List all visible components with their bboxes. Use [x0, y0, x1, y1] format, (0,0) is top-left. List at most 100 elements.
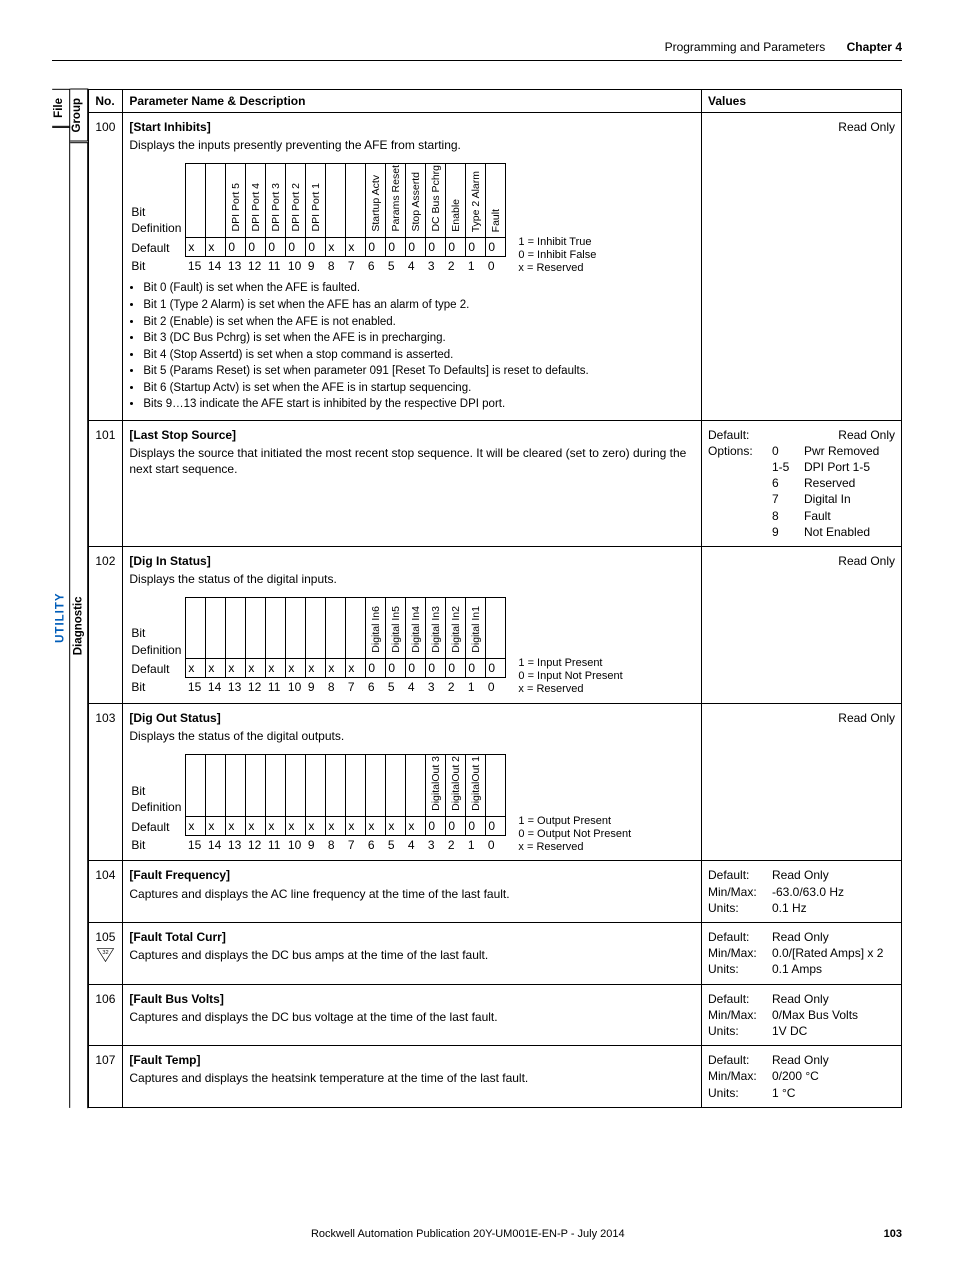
value-text: 1 °C [772, 1085, 895, 1101]
read-only-label: Read Only [708, 710, 895, 726]
param-desc: Displays the inputs presently preventing… [129, 137, 695, 153]
bullet: Bit 6 (Startup Actv) is set when the AFE… [143, 381, 695, 397]
options-list: 0Pwr Removed1-5DPI Port 1-56Reserved7Dig… [772, 443, 895, 540]
param-name: [Fault Bus Volts] [129, 991, 695, 1007]
table-row: 107 [Fault Temp] Captures and displays th… [89, 1046, 902, 1108]
value-text: Read Only [772, 867, 895, 883]
values-options-label: Options: [708, 443, 762, 540]
bit-table: BitDefinitionDPI Port 5DPI Port 4DPI Por… [129, 163, 506, 275]
option-code: 0 [772, 443, 794, 459]
param-no: 105 [95, 929, 116, 945]
value-text: 0.1 Amps [772, 961, 895, 977]
param-no: 104 [95, 867, 116, 883]
param-desc: Captures and displays the heatsink tempe… [129, 1070, 695, 1086]
table-row: 103[Dig Out Status] Displays the status … [89, 703, 902, 861]
bit-table: BitDefinitionDigital In6Digital In5Digit… [129, 597, 506, 696]
header-section: Programming and Parameters [665, 40, 826, 54]
parameters-table: No. Parameter Name & Description Values … [88, 89, 902, 1108]
value-text: Read Only [772, 991, 895, 1007]
value-label: Min/Max: [708, 884, 762, 900]
value-label: Min/Max: [708, 1007, 762, 1023]
file-column: File UTILITY [52, 89, 70, 1108]
param-desc: Displays the source that initiated the m… [129, 445, 695, 477]
bit-legend: 1 = Input Present0 = Input Not Presentx … [518, 657, 622, 697]
footer-text: Rockwell Automation Publication 20Y-UM00… [311, 1228, 625, 1240]
param-no: 101 [95, 427, 116, 443]
table-row: 101 [Last Stop Source] Displays the sourc… [89, 420, 902, 546]
bullet: Bits 9…13 indicate the AFE start is inhi… [143, 397, 695, 413]
value-label: Units: [708, 961, 762, 977]
read-only-label: Read Only [772, 427, 895, 443]
value-text: Read Only [772, 929, 895, 945]
bullet: Bit 1 (Type 2 Alarm) is set when the AFE… [143, 298, 695, 314]
value-label: Default: [708, 867, 762, 883]
bullet: Bit 2 (Enable) is set when the AFE is no… [143, 315, 695, 331]
option-code: 8 [772, 508, 794, 524]
param-name: [Last Stop Source] [129, 427, 695, 443]
col-header-name: Parameter Name & Description [123, 90, 702, 113]
param-no: 100 [95, 119, 116, 135]
option-code: 7 [772, 491, 794, 507]
value-label: Default: [708, 1052, 762, 1068]
bit-table: BitDefinitionDigitalOut 3DigitalOut 2Dig… [129, 754, 506, 854]
option-text: DPI Port 1-5 [804, 459, 870, 475]
table-row: 100 [Start Inhibits] Displays the inputs … [89, 113, 902, 421]
value-text: Read Only [772, 1052, 895, 1068]
read-only-label: Read Only [708, 553, 895, 569]
param-desc: Captures and displays the AC line freque… [129, 886, 695, 902]
group-column: Group Diagnostic [70, 89, 88, 1108]
value-text: 1V DC [772, 1023, 895, 1039]
bullet: Bit 0 (Fault) is set when the AFE is fau… [143, 281, 695, 297]
value-text: 0/Max Bus Volts [772, 1007, 895, 1023]
param-name: [Start Inhibits] [129, 119, 695, 135]
page-number: 103 [884, 1228, 902, 1240]
param-name: [Fault Temp] [129, 1052, 695, 1068]
value-label: Units: [708, 900, 762, 916]
param-desc: Displays the status of the digital outpu… [129, 728, 695, 744]
page-content: File UTILITY Group Diagnostic No. Parame… [52, 89, 902, 1108]
table-row: 106 [Fault Bus Volts] Captures and displa… [89, 984, 902, 1046]
option-code: 6 [772, 475, 794, 491]
value-label: Min/Max: [708, 1068, 762, 1084]
param-desc: Captures and displays the DC bus amps at… [129, 947, 695, 963]
param-name: [Fault Frequency] [129, 867, 695, 883]
table-row: 102 [Dig In Status] Displays the status o… [89, 546, 902, 703]
table-row: 104 [Fault Frequency] Captures and displa… [89, 861, 902, 923]
bit-legend: 1 = Inhibit True0 = Inhibit Falsex = Res… [518, 236, 596, 276]
value-text: -63.0/63.0 Hz [772, 884, 895, 900]
value-text: 0/200 °C [772, 1068, 895, 1084]
param-desc: Captures and displays the DC bus voltage… [129, 1009, 695, 1025]
option-code: 9 [772, 524, 794, 540]
option-text: Pwr Removed [804, 443, 879, 459]
value-label: Default: [708, 929, 762, 945]
value-label: Units: [708, 1023, 762, 1039]
group-label: Diagnostic [70, 142, 88, 1108]
header-rule [52, 60, 902, 61]
col-header-group: Group [70, 89, 88, 142]
page-header: Programming and Parameters Chapter 4 [52, 40, 902, 54]
value-text: 0.1 Hz [772, 900, 895, 916]
table-row: 105 32 [Fault Total Curr] Captures and d… [89, 923, 902, 985]
value-text: 0.0/[Rated Amps] x 2 [772, 945, 895, 961]
param-no: 106 [95, 991, 116, 1007]
param-no: 103 [95, 710, 116, 726]
param-name: [Dig In Status] [129, 553, 695, 569]
param-desc: Displays the status of the digital input… [129, 571, 695, 587]
file-label: UTILITY [52, 127, 70, 1108]
option-text: Digital In [804, 491, 851, 507]
svg-text:32: 32 [103, 950, 109, 956]
values-default-label: Default: [708, 427, 762, 443]
value-label: Default: [708, 991, 762, 1007]
header-chapter: Chapter 4 [847, 40, 902, 54]
bit-legend: 1 = Output Present0 = Output Not Present… [518, 815, 631, 855]
option-text: Fault [804, 508, 831, 524]
option-text: Reserved [804, 475, 855, 491]
param-name: [Fault Total Curr] [129, 929, 695, 945]
bullet: Bit 3 (DC Bus Pchrg) is set when the AFE… [143, 331, 695, 347]
value-label: Min/Max: [708, 945, 762, 961]
option-text: Not Enabled [804, 524, 870, 540]
param-no: 107 [95, 1052, 116, 1068]
read-only-label: Read Only [708, 119, 895, 135]
param-no: 102 [95, 553, 116, 569]
value-label: Units: [708, 1085, 762, 1101]
